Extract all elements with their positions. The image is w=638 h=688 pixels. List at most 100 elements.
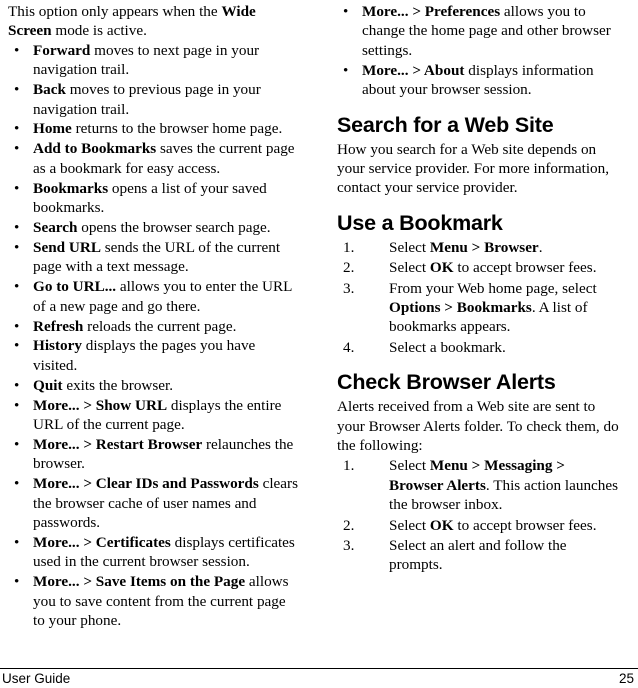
document-page: This option only appears when the Wide S…	[0, 0, 638, 688]
step-text: From your Web home page, select	[389, 279, 597, 297]
bullet-icon: •	[14, 179, 20, 197]
step-number: 4.	[343, 338, 355, 356]
list-item: • More... > Certificates displays certifi…	[8, 533, 301, 572]
procedure-step: 2. Select OK to accept browser fees.	[337, 516, 622, 535]
list-item: • Quit exits the browser.	[8, 376, 301, 395]
step-text: Select an alert and follow the prompts.	[389, 537, 567, 574]
browser-option-term: Bookmarks	[33, 179, 109, 197]
browser-option-term: More... > Clear IDs and Passwords	[33, 475, 259, 493]
step-text: to accept browser fees.	[453, 516, 597, 534]
list-item: • Add to Bookmarks saves the current page…	[8, 139, 301, 178]
browser-option-description: moves to previous page in your navigatio…	[33, 81, 261, 118]
step-text: Select	[389, 238, 430, 256]
procedure-step: 4. Select a bookmark.	[337, 338, 622, 357]
intro-text-before: This option only appears when the	[8, 3, 222, 20]
list-item: • More... > About displays information ab…	[337, 61, 622, 100]
bullet-icon: •	[14, 238, 20, 256]
section-heading: Check Browser Alerts	[337, 370, 556, 395]
list-item: • History displays the pages you have vis…	[8, 336, 301, 375]
bullet-icon: •	[14, 533, 20, 551]
step-number: 1.	[343, 457, 355, 475]
bullet-icon: •	[14, 120, 20, 138]
list-item: • More... > Show URL displays the entire …	[8, 396, 301, 435]
browser-option-term: Home	[33, 120, 72, 138]
browser-option-term: More... > About	[362, 61, 465, 79]
list-item: • More... > Restart Browser relaunches th…	[8, 435, 301, 474]
browser-option-description: reloads the current page.	[83, 317, 237, 335]
browser-option-term: Forward	[33, 41, 91, 59]
bullet-icon: •	[343, 3, 349, 20]
browser-option-term: More... > Save Items on the Page	[33, 573, 246, 591]
footer-divider	[0, 668, 638, 669]
browser-options-list: • Forward moves to next page in your navi…	[8, 41, 301, 631]
step-number: 3.	[343, 279, 355, 297]
browser-option-term: Search	[33, 218, 78, 236]
step-number: 2.	[343, 516, 355, 534]
step-ui-path: Options > Bookmarks	[389, 298, 532, 316]
bullet-icon: •	[343, 61, 349, 79]
browser-option-description: opens the browser search page.	[77, 218, 271, 236]
browser-option-term: History	[33, 337, 82, 355]
bullet-icon: •	[14, 337, 20, 355]
step-ui-path: OK	[429, 259, 454, 277]
browser-option-term: Back	[33, 81, 66, 99]
section-paragraph: How you search for a Web site depends on…	[337, 140, 610, 197]
right-column: • More... > Preferences allows you to cha…	[319, 0, 638, 665]
step-text: Select	[389, 516, 430, 534]
browser-option-term: Go to URL...	[33, 278, 117, 296]
procedure-steps: 1. Select Menu > Browser. 2. Select OK to a…	[337, 238, 622, 357]
procedure-steps: 1. Select Menu > Messaging > Browser Aler…	[337, 456, 622, 574]
list-item: • More... > Save Items on the Page allows…	[8, 572, 301, 630]
bullet-icon: •	[14, 41, 20, 59]
bullet-icon: •	[14, 396, 20, 414]
list-item: • More... > Clear IDs and Passwords clear…	[8, 474, 301, 532]
list-item: • Refresh reloads the current page.	[8, 317, 301, 336]
bullet-icon: •	[14, 573, 20, 591]
intro-paragraph: This option only appears when the Wide S…	[8, 2, 301, 41]
list-item: • Go to URL... allows you to enter the UR…	[8, 277, 301, 316]
section-heading: Search for a Web Site	[337, 112, 554, 137]
left-column: This option only appears when the Wide S…	[0, 0, 319, 665]
step-text: Select	[389, 259, 430, 277]
step-text: .	[538, 238, 543, 256]
step-number: 3.	[343, 537, 355, 555]
browser-option-term: Add to Bookmarks	[33, 140, 157, 158]
bullet-icon: •	[14, 278, 20, 296]
list-item: • Send URL sends the URL of the current p…	[8, 238, 301, 277]
bullet-icon: •	[14, 376, 20, 394]
browser-option-term: More... > Certificates	[33, 533, 171, 551]
browser-option-description: exits the browser.	[62, 376, 174, 394]
section-paragraph: Alerts received from a Web site are sent…	[337, 398, 619, 454]
step-ui-path: Menu > Browser	[429, 238, 539, 256]
step-number: 1.	[343, 238, 355, 256]
footer-page-number: 25	[618, 671, 634, 686]
browser-option-description: returns to the browser home page.	[71, 120, 283, 138]
page-columns: This option only appears when the Wide S…	[0, 0, 638, 665]
procedure-step: 1. Select Menu > Browser.	[337, 238, 622, 257]
procedure-step: 3. From your Web home page, select Option…	[337, 279, 622, 337]
bullet-icon: •	[14, 435, 20, 453]
list-item: • Bookmarks opens a list of your saved bo…	[8, 179, 301, 218]
step-text: Select	[389, 457, 430, 475]
right-column-sections: Search for a Web Site How you search for …	[337, 113, 622, 575]
list-item: • Home returns to the browser home page.	[8, 119, 301, 138]
browser-option-term: More... > Preferences	[362, 3, 501, 20]
step-ui-path: OK	[429, 516, 454, 534]
browser-option-term: Send URL	[33, 238, 101, 256]
procedure-step: 2. Select OK to accept browser fees.	[337, 258, 622, 277]
page-footer: User Guide 25	[0, 671, 638, 688]
step-text: Select a bookmark.	[389, 338, 506, 356]
intro-text-after: mode is active.	[51, 22, 147, 40]
browser-options-list-continued: • More... > Preferences allows you to cha…	[337, 2, 622, 100]
bullet-icon: •	[14, 140, 20, 158]
step-text: to accept browser fees.	[453, 259, 597, 277]
list-item: • Search opens the browser search page.	[8, 218, 301, 237]
bullet-icon: •	[14, 475, 20, 493]
bullet-icon: •	[14, 218, 20, 236]
list-item: • More... > Preferences allows you to cha…	[337, 2, 622, 60]
bullet-icon: •	[14, 317, 20, 335]
section-heading: Use a Bookmark	[337, 210, 503, 235]
browser-option-term: Quit	[33, 376, 63, 394]
procedure-step: 3. Select an alert and follow the prompts…	[337, 536, 622, 575]
browser-option-term: More... > Restart Browser	[33, 435, 203, 453]
